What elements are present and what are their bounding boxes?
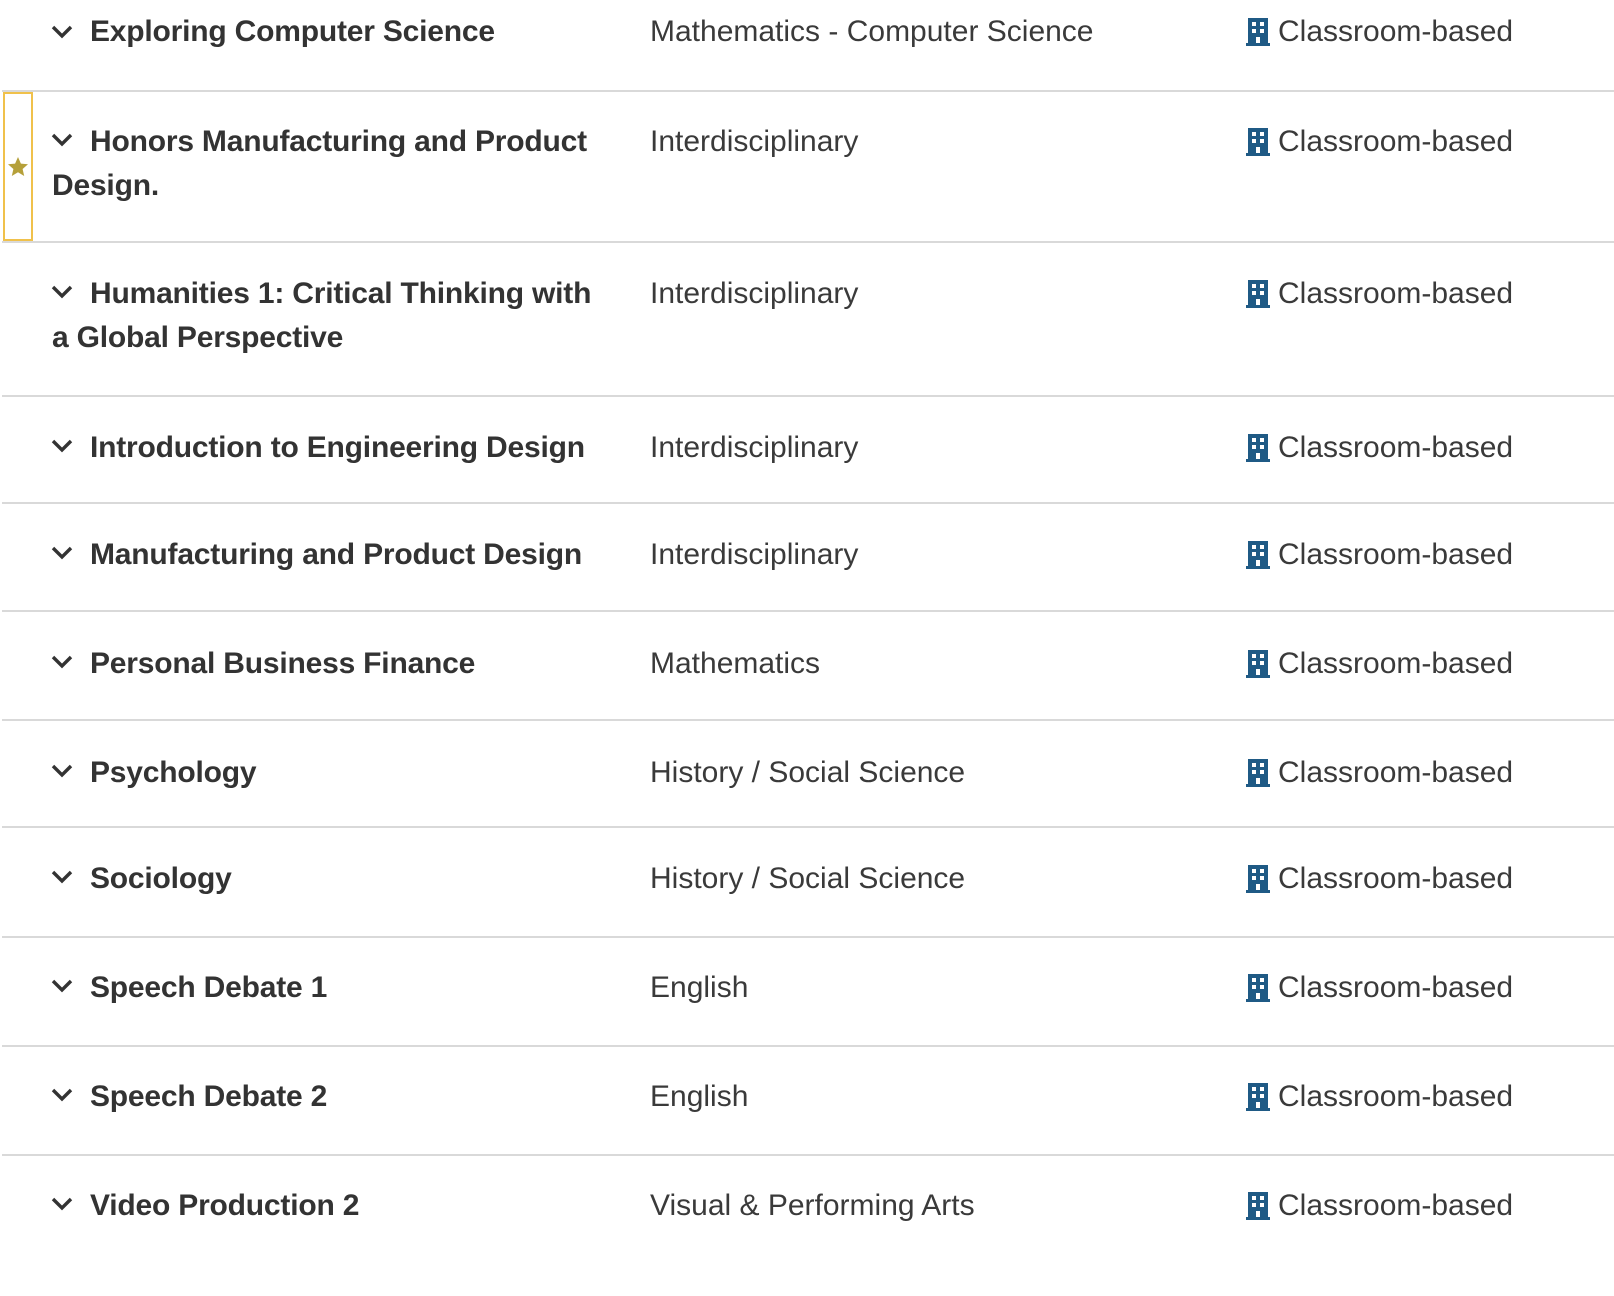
course-subject: Mathematics xyxy=(650,647,821,680)
course-format: Classroom-based xyxy=(1246,533,1513,577)
building-icon xyxy=(1246,1083,1270,1111)
course-title[interactable]: Humanities 1: Critical Thinking with a G… xyxy=(52,272,612,360)
table-row[interactable]: Humanities 1: Critical Thinking with a G… xyxy=(2,243,1614,397)
course-title[interactable]: Personal Business Finance xyxy=(52,642,612,686)
building-icon xyxy=(1246,759,1270,787)
course-subject: Interdisciplinary xyxy=(650,538,859,571)
building-icon xyxy=(1246,18,1270,46)
course-subject: English xyxy=(650,1080,749,1113)
table-row[interactable]: Psychology History / Social Science Clas… xyxy=(2,721,1614,828)
course-format: Classroom-based xyxy=(1246,1184,1513,1228)
table-row[interactable]: Video Production 2 Visual & Performing A… xyxy=(2,1156,1614,1276)
course-format: Classroom-based xyxy=(1246,642,1513,686)
course-title[interactable]: Manufacturing and Product Design xyxy=(52,533,612,577)
course-title[interactable]: Sociology xyxy=(52,857,612,901)
course-format: Classroom-based xyxy=(1246,272,1513,316)
course-subject: History / Social Science xyxy=(650,862,966,895)
table-row[interactable]: Manufacturing and Product Design Interdi… xyxy=(2,504,1614,612)
course-format: Classroom-based xyxy=(1246,10,1513,54)
course-subject: History / Social Science xyxy=(650,756,966,789)
course-subject: Interdisciplinary xyxy=(650,125,859,158)
course-subject: Interdisciplinary xyxy=(650,277,859,310)
format-label: Classroom-based xyxy=(1278,756,1514,789)
table-row[interactable]: Sociology History / Social Science Class… xyxy=(2,828,1614,938)
course-format: Classroom-based xyxy=(1246,1075,1513,1119)
favorite-marker[interactable] xyxy=(3,92,33,241)
building-icon xyxy=(1246,865,1270,893)
course-title[interactable]: Video Production 2 xyxy=(52,1184,612,1228)
course-format: Classroom-based xyxy=(1246,426,1513,470)
course-subject: English xyxy=(650,971,749,1004)
course-subject: Interdisciplinary xyxy=(650,431,859,464)
course-subject: Mathematics - Computer Science xyxy=(650,15,1094,48)
format-label: Classroom-based xyxy=(1278,538,1514,571)
building-icon xyxy=(1246,280,1270,308)
table-row[interactable]: Introduction to Engineering Design Inter… xyxy=(2,397,1614,504)
course-title[interactable]: Speech Debate 2 xyxy=(52,1075,612,1119)
building-icon xyxy=(1246,541,1270,569)
course-title[interactable]: Speech Debate 1 xyxy=(52,966,612,1010)
course-format: Classroom-based xyxy=(1246,751,1513,795)
format-label: Classroom-based xyxy=(1278,277,1514,310)
course-title[interactable]: Psychology xyxy=(52,751,612,795)
table-row[interactable]: Personal Business Finance Mathematics Cl… xyxy=(2,612,1614,721)
format-label: Classroom-based xyxy=(1278,647,1514,680)
course-format: Classroom-based xyxy=(1246,966,1513,1010)
building-icon xyxy=(1246,974,1270,1002)
star-icon xyxy=(8,156,28,176)
course-subject: Visual & Performing Arts xyxy=(650,1189,975,1222)
format-label: Classroom-based xyxy=(1278,431,1514,464)
format-label: Classroom-based xyxy=(1278,15,1514,48)
building-icon xyxy=(1246,434,1270,462)
course-title[interactable]: Honors Manufacturing and Product Design. xyxy=(52,120,612,208)
course-format: Classroom-based xyxy=(1246,120,1513,164)
table-row[interactable]: Honors Manufacturing and Product Design.… xyxy=(2,92,1614,243)
table-row[interactable]: Speech Debate 2 English Classroom-based xyxy=(2,1047,1614,1156)
course-title[interactable]: Exploring Computer Science xyxy=(52,10,612,54)
format-label: Classroom-based xyxy=(1278,971,1514,1004)
table-row[interactable]: Speech Debate 1 English Classroom-based xyxy=(2,938,1614,1047)
format-label: Classroom-based xyxy=(1278,1080,1514,1113)
course-format: Classroom-based xyxy=(1246,857,1513,901)
table-row[interactable]: Exploring Computer Science Mathematics -… xyxy=(2,0,1614,92)
course-title[interactable]: Introduction to Engineering Design xyxy=(52,426,612,470)
building-icon xyxy=(1246,650,1270,678)
format-label: Classroom-based xyxy=(1278,125,1514,158)
building-icon xyxy=(1246,128,1270,156)
format-label: Classroom-based xyxy=(1278,1189,1514,1222)
format-label: Classroom-based xyxy=(1278,862,1514,895)
building-icon xyxy=(1246,1192,1270,1220)
